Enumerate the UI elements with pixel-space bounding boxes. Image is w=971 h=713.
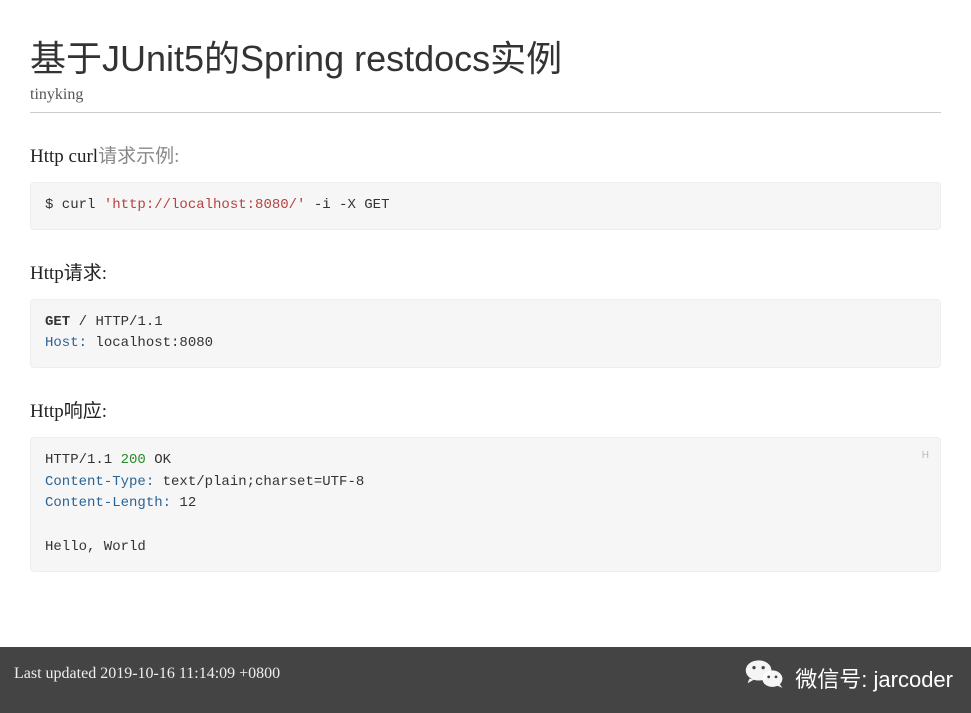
http-header-host-label: Host: xyxy=(45,335,87,351)
section-heading-response: Http响应: xyxy=(30,396,941,423)
code-block-curl: $ curl 'http://localhost:8080/' -i -X GE… xyxy=(30,182,941,230)
http-status-code: 200 xyxy=(121,452,146,468)
http-header-ctype-label: Content-Type: xyxy=(45,474,154,490)
http-body: Hello, World xyxy=(45,539,146,555)
last-updated-text: Last updated 2019-10-16 11:14:09 +0800 xyxy=(14,665,280,682)
code-block-request: GET / HTTP/1.1 Host: localhost:8080 xyxy=(30,299,941,368)
wechat-icon xyxy=(743,653,787,703)
wechat-watermark: 微信号: jarcoder xyxy=(743,653,953,703)
author-line: tinyking xyxy=(30,86,941,113)
http-method: GET xyxy=(45,314,70,330)
section-heading-request: Http请求: xyxy=(30,258,941,285)
page-title: 基于JUnit5的Spring restdocs实例 xyxy=(30,30,941,82)
code-block-response: HHTTP/1.1 200 OK Content-Type: text/plai… xyxy=(30,437,941,571)
code-badge: H xyxy=(922,448,930,464)
http-header-clen-label: Content-Length: xyxy=(45,495,171,511)
document-content: 基于JUnit5的Spring restdocs实例 tinyking Http… xyxy=(0,0,971,572)
curl-url: 'http://localhost:8080/' xyxy=(104,197,306,213)
section-heading-curl: Http curl请求示例: xyxy=(30,141,941,168)
wechat-label: 微信号: jarcoder xyxy=(795,662,953,694)
